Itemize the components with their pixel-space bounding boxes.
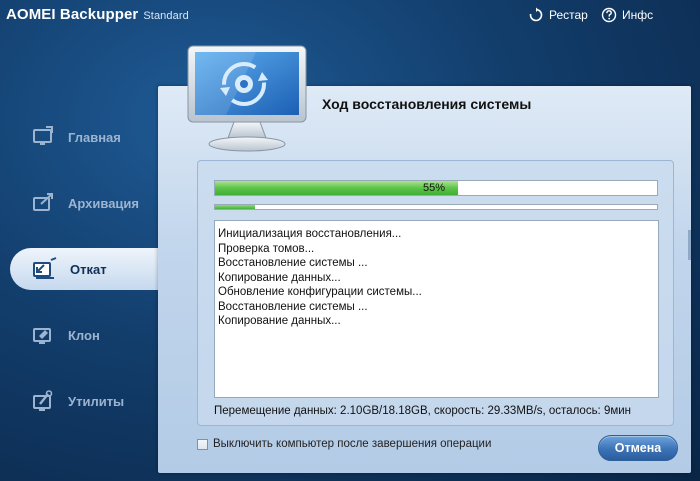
info-button[interactable]: Инфс bbox=[601, 6, 653, 24]
log-line: Копирование данных... bbox=[218, 271, 341, 284]
operation-log[interactable]: Инициализация восстановления... Проверка … bbox=[214, 220, 659, 398]
sidebar-item-restore[interactable]: Откат bbox=[10, 248, 172, 290]
overall-progress-bar: 55% bbox=[214, 180, 658, 196]
sidebar-item-clone[interactable]: Клон bbox=[10, 314, 160, 356]
shutdown-label: Выключить компьютер после завершения опе… bbox=[213, 438, 492, 450]
sidebar: Главная Архивация Откат Клон Утилиты bbox=[0, 100, 172, 481]
tools-icon bbox=[33, 390, 53, 411]
sidebar-item-label: Утилиты bbox=[68, 393, 125, 409]
app-edition: Standard bbox=[143, 10, 189, 22]
sidebar-item-label: Откат bbox=[70, 261, 107, 277]
shutdown-checkbox[interactable]: Выключить компьютер после завершения опе… bbox=[197, 438, 491, 450]
log-line: Восстановление системы ... bbox=[218, 257, 368, 269]
log-line: Копирование данных... bbox=[218, 315, 341, 327]
title-bar: AOMEI Backupper Standard Рестар Инфс bbox=[0, 0, 700, 30]
sidebar-item-home[interactable]: Главная bbox=[10, 116, 160, 158]
info-label: Инфс bbox=[622, 8, 654, 22]
log-line: Проверка томов... bbox=[218, 242, 315, 255]
backup-icon bbox=[33, 193, 53, 211]
app-title: AOMEI Backupper Standard bbox=[6, 6, 189, 23]
step-progress-bar bbox=[214, 204, 658, 210]
resize-grip[interactable] bbox=[688, 230, 691, 260]
system-restore-monitor-icon bbox=[187, 45, 307, 152]
home-monitor-icon bbox=[33, 126, 53, 145]
sidebar-item-label: Клон bbox=[68, 327, 100, 343]
log-line: Обновление конфигурации системы... bbox=[218, 286, 422, 298]
step-progress-fill bbox=[215, 205, 255, 209]
cancel-button[interactable]: Отмена bbox=[598, 435, 678, 461]
help-icon bbox=[601, 7, 617, 23]
checkbox-box[interactable] bbox=[197, 438, 208, 450]
sidebar-item-label: Главная bbox=[68, 129, 121, 145]
sidebar-item-backup[interactable]: Архивация bbox=[10, 182, 160, 224]
log-line: Восстановление системы ... bbox=[218, 300, 368, 313]
restart-label: Рестар bbox=[549, 8, 588, 22]
app-window: AOMEI Backupper Standard Рестар Инфс Гла… bbox=[0, 0, 700, 481]
sidebar-item-label: Архивация bbox=[68, 195, 139, 211]
refresh-icon bbox=[529, 7, 543, 22]
overall-progress-label: 55% bbox=[423, 182, 446, 194]
sidebar-item-tools[interactable]: Утилиты bbox=[10, 380, 160, 422]
app-name: AOMEI Backupper bbox=[6, 6, 139, 23]
log-line: Инициализация восстановления... bbox=[218, 228, 402, 240]
clone-icon bbox=[33, 328, 51, 344]
page-title: Ход восстановления системы bbox=[322, 96, 532, 112]
restore-icon bbox=[33, 257, 57, 279]
transfer-status: Перемещение данных: 2.10GB/18.18GB, скор… bbox=[214, 405, 632, 417]
restart-button[interactable]: Рестар bbox=[528, 6, 588, 24]
